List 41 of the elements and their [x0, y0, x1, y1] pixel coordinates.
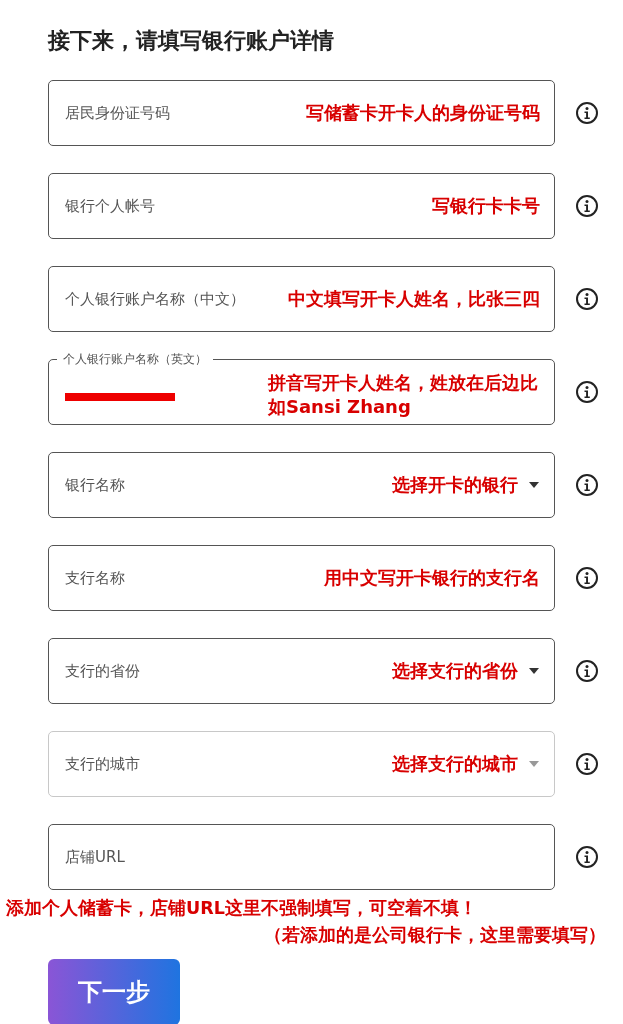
input-field[interactable]: 居民身份证号码 写储蓄卡开卡人的身份证号码 [48, 80, 555, 146]
field-placeholder: 居民身份证号码 [65, 103, 170, 123]
field-placeholder: 银行名称 [65, 475, 125, 495]
caret-icon [528, 481, 540, 489]
field-placeholder: 支行名称 [65, 568, 125, 588]
field-placeholder: 支行的城市 [65, 754, 140, 774]
annotation-text: 选择支行的省份 [392, 659, 518, 683]
info-icon[interactable] [575, 659, 599, 683]
dropdown-field[interactable]: 银行名称 选择开卡的银行 [48, 452, 555, 518]
field-placeholder: 店铺URL [65, 847, 125, 867]
field-placeholder: 支行的省份 [65, 661, 140, 681]
annotation-text: 中文填写开卡人姓名，比张三四 [288, 287, 540, 311]
input-field[interactable]: 银行个人帐号 写银行卡卡号 [48, 173, 555, 239]
field-placeholder: 个人银行账户名称（中文） [65, 289, 245, 309]
annotation-text: 选择支行的城市 [392, 752, 518, 776]
annotation-text: （若添加的是公司银行卡，这里需要填写） [264, 924, 606, 947]
info-icon[interactable] [575, 473, 599, 497]
info-icon[interactable] [575, 566, 599, 590]
info-icon[interactable] [575, 845, 599, 869]
info-icon[interactable] [575, 287, 599, 311]
annotation-text: 写银行卡卡号 [432, 194, 540, 218]
annotation-text: 写储蓄卡开卡人的身份证号码 [306, 101, 540, 125]
field-label: 个人银行账户名称（英文） [62, 352, 208, 366]
caret-icon [528, 667, 540, 675]
info-icon[interactable] [575, 752, 599, 776]
input-field[interactable]: 个人银行账户名称（英文） 拼音写开卡人姓名，姓放在后边比如Sansi Zhang [48, 352, 555, 425]
input-field[interactable]: 个人银行账户名称（中文） 中文填写开卡人姓名，比张三四 [48, 266, 555, 332]
page-title: 接下来，请填写银行账户详情 [48, 27, 335, 55]
annotation-text: 拼音写开卡人姓名，姓放在后边比如Sansi Zhang [268, 370, 539, 419]
annotation-text: 选择开卡的银行 [392, 473, 518, 497]
field-placeholder: 银行个人帐号 [65, 196, 155, 216]
info-icon[interactable] [575, 380, 599, 404]
input-field[interactable]: 店铺URL [48, 824, 555, 890]
info-icon[interactable] [575, 194, 599, 218]
next-button[interactable]: 下一步 [48, 959, 180, 1024]
dropdown-field[interactable]: 支行的省份 选择支行的省份 [48, 638, 555, 704]
info-icon[interactable] [575, 101, 599, 125]
annotation-text: 添加个人储蓄卡，店铺URL这里不强制填写，可空着不填！ [6, 897, 477, 920]
input-field[interactable]: 支行名称 用中文写开卡银行的支行名 [48, 545, 555, 611]
caret-icon [528, 760, 540, 768]
annotation-text: 用中文写开卡银行的支行名 [324, 566, 540, 590]
